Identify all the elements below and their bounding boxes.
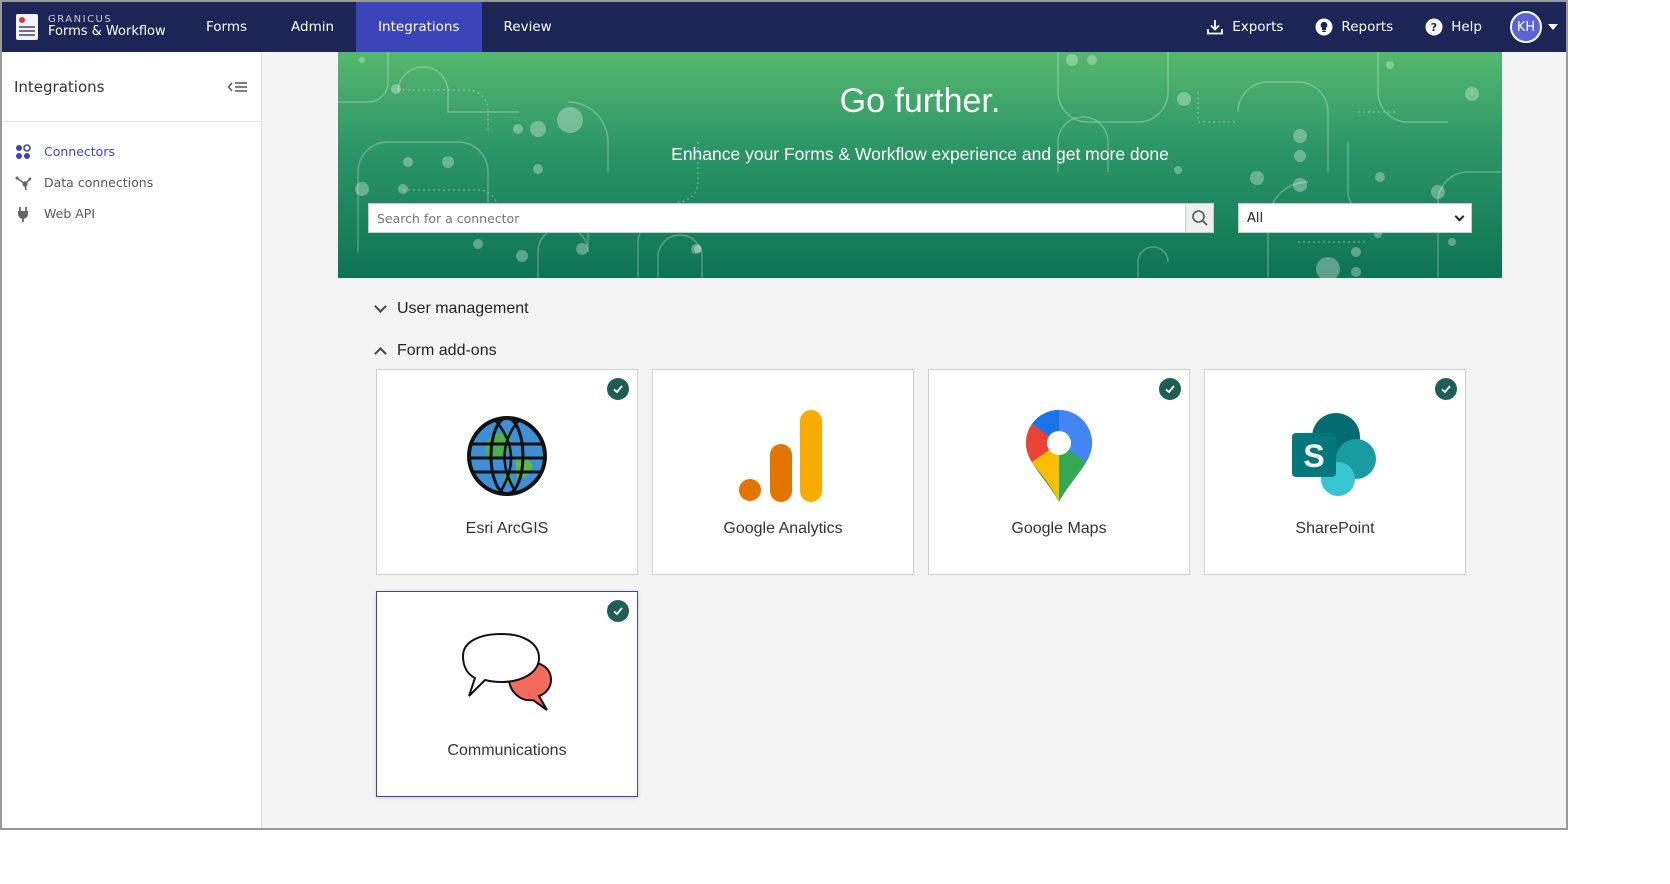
connector-card-google-maps[interactable]: Google Maps: [928, 369, 1190, 575]
connectors-icon: [14, 143, 32, 161]
category-filter-select[interactable]: All: [1238, 203, 1472, 233]
section-user-management[interactable]: User management: [374, 300, 529, 318]
app-frame: GRANICUS Forms & Workflow Forms Admin In…: [0, 0, 1568, 830]
connector-card-label: SharePoint: [1295, 520, 1375, 537]
svg-text:S: S: [1303, 438, 1324, 474]
reports-label: Reports: [1341, 19, 1394, 35]
nav-integrations[interactable]: Integrations: [356, 2, 482, 52]
sidebar-item-data-connections[interactable]: Data connections: [2, 167, 261, 198]
map-pin-icon: [1009, 406, 1109, 506]
sharepoint-icon: S: [1285, 406, 1385, 506]
chat-bubbles-icon: [457, 628, 557, 728]
exports-button[interactable]: Exports: [1190, 18, 1299, 36]
sidebar-item-label: Web API: [44, 206, 96, 221]
connector-card-label: Communications: [447, 742, 567, 759]
hero-banner: Go further. Enhance your Forms & Workflo…: [338, 52, 1502, 278]
sidebar: Integrations Connectors Data connections: [2, 52, 262, 828]
user-avatar[interactable]: KH: [1510, 11, 1542, 43]
enabled-check-icon: [1159, 378, 1181, 400]
help-label: Help: [1451, 19, 1482, 35]
enabled-check-icon: [1435, 378, 1457, 400]
reports-button[interactable]: Reports: [1299, 18, 1409, 36]
brand-logo-icon: [16, 14, 38, 40]
exports-label: Exports: [1232, 19, 1284, 35]
plug-icon: [14, 205, 32, 223]
enabled-check-icon: [607, 600, 629, 622]
chevron-up-icon: [374, 346, 387, 360]
hero-subtitle: Enhance your Forms & Workflow experience…: [671, 144, 1169, 164]
help-icon: ?: [1425, 18, 1443, 36]
help-button[interactable]: ? Help: [1409, 18, 1498, 36]
lightbulb-icon: [1315, 18, 1333, 36]
sidebar-item-connectors[interactable]: Connectors: [2, 136, 261, 167]
category-filter-value: All: [1247, 210, 1264, 226]
sidebar-item-label: Connectors: [44, 144, 115, 159]
sidebar-header: Integrations: [2, 52, 261, 122]
section-title: Form add-ons: [397, 342, 497, 359]
globe-icon: [457, 406, 557, 506]
google-analytics-icon: [733, 406, 833, 506]
connector-card-label: Esri ArcGIS: [465, 520, 549, 537]
chevron-down-icon: [1454, 211, 1465, 221]
connector-card-communications[interactable]: Communications: [376, 591, 638, 797]
download-icon: [1206, 18, 1224, 36]
brand-product: Forms & Workflow: [48, 24, 166, 40]
nav-review[interactable]: Review: [482, 2, 574, 52]
connector-card-label: Google Maps: [1011, 520, 1107, 537]
collapse-sidebar-icon[interactable]: [227, 80, 249, 94]
section-title: User management: [397, 300, 529, 317]
avatar-caret-down-icon[interactable]: [1548, 24, 1558, 30]
chevron-down-icon: [374, 300, 387, 313]
sidebar-item-label: Data connections: [44, 175, 154, 190]
nav-forms[interactable]: Forms: [184, 2, 269, 52]
enabled-check-icon: [607, 378, 629, 400]
connector-card-google-analytics[interactable]: Google Analytics: [652, 369, 914, 575]
search-button[interactable]: [1185, 204, 1213, 232]
connector-search-input[interactable]: [369, 204, 1185, 232]
hero-title: Go further.: [839, 82, 1001, 120]
section-form-addons[interactable]: Form add-ons: [374, 342, 497, 360]
connector-card-sharepoint[interactable]: S SharePoint: [1204, 369, 1466, 575]
data-connections-icon: [14, 174, 32, 192]
top-navigation-bar: GRANICUS Forms & Workflow Forms Admin In…: [2, 2, 1566, 52]
sidebar-title: Integrations: [14, 77, 105, 96]
sidebar-item-web-api[interactable]: Web API: [2, 198, 261, 229]
connector-card-label: Google Analytics: [723, 520, 843, 537]
connector-search-box: [368, 203, 1214, 233]
search-icon: [1191, 209, 1209, 227]
brand[interactable]: GRANICUS Forms & Workflow: [2, 2, 184, 52]
svg-text:?: ?: [1431, 21, 1437, 34]
nav-admin[interactable]: Admin: [269, 2, 356, 52]
connector-card-esri-arcgis[interactable]: Esri ArcGIS: [376, 369, 638, 575]
